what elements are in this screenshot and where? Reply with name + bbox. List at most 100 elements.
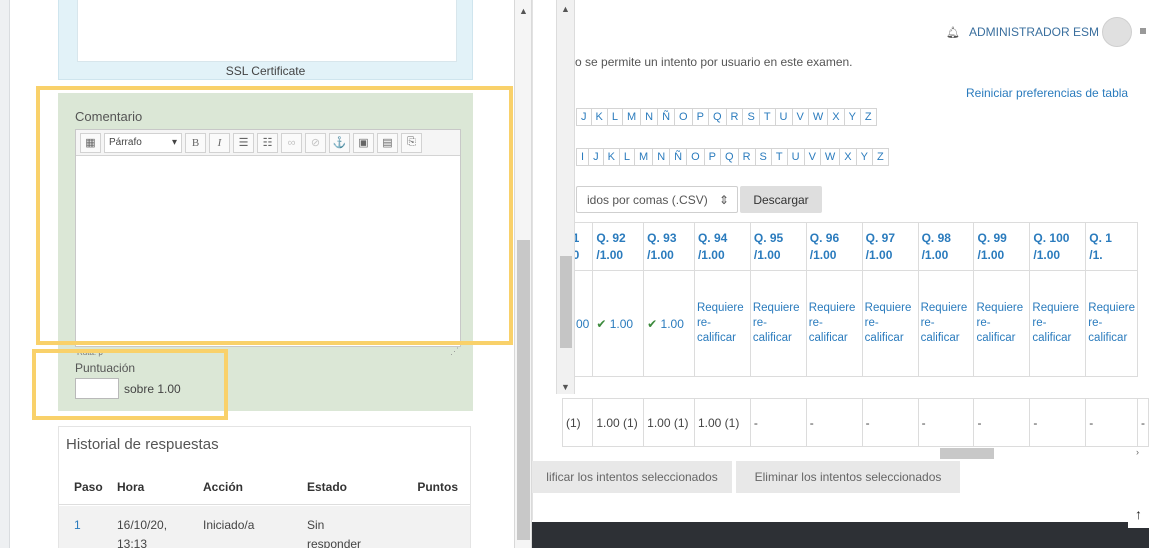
menu-dot-icon[interactable] [1140,28,1146,34]
requires-regrade-link[interactable]: Requiere re-calificar [1085,270,1138,377]
ssl-certificate-label: SSL Certificate [225,64,306,78]
letter-filter-link[interactable]: M [621,108,642,126]
letter-filter-link[interactable]: K [590,108,608,126]
question-column-header[interactable]: Q. 98/1.00 [917,222,975,271]
page-footer [532,522,1149,548]
question-column-header[interactable]: Q. 99/1.00 [973,222,1031,271]
italic-icon[interactable]: I [209,132,230,153]
resize-grip-icon[interactable]: ⋰ [450,346,459,357]
spacer-cell [918,376,974,399]
requires-regrade-link[interactable]: Requiere re-calificar [749,270,807,377]
ordered-list-icon[interactable]: ☷ [257,132,278,153]
scroll-up-icon[interactable]: ▲ [515,6,532,16]
requires-regrade-link[interactable]: Requiere re-calificar [917,270,975,377]
format-select[interactable]: Párrafo ▾ [104,132,182,153]
letter-filter-link[interactable]: W [819,148,841,166]
editor-path: Ruta: p ⋰ [75,346,461,358]
scroll-up-icon[interactable]: ▲ [557,4,574,14]
requires-regrade-link[interactable]: Requiere re-calificar [1029,270,1087,377]
question-column-header[interactable]: Q. 97/1.00 [861,222,919,271]
question-column-header[interactable]: Q. 100/1.00 [1029,222,1087,271]
letter-filter-link[interactable]: X [827,108,845,126]
letter-filter-link[interactable]: N [652,148,671,166]
letter-filter-link[interactable]: T [770,148,788,166]
question-column-header[interactable]: Q. 95/1.00 [749,222,807,271]
delete-selected-button[interactable]: Eliminar los intentos seleccionados [736,461,960,493]
letter-filter-link[interactable]: O [686,148,705,166]
letter-filter-link[interactable]: R [737,148,756,166]
link-icon[interactable]: ∞ [281,132,302,153]
letter-filter-link[interactable]: K [602,148,620,166]
letter-filter-link[interactable]: Z [859,108,877,126]
letter-filter-link[interactable]: S [754,148,772,166]
letter-filter-link[interactable]: P [691,108,709,126]
download-button[interactable]: Descargar [740,186,822,213]
results-scrollbar[interactable]: ▲ ▼ [556,0,575,394]
scroll-down-icon[interactable]: ▼ [557,382,574,392]
requires-regrade-link[interactable]: Requiere re-calificar [973,270,1031,377]
letter-filter-link[interactable]: L [618,148,636,166]
letter-filter-link[interactable]: Ñ [669,148,688,166]
image-icon[interactable]: ▣ [353,132,374,153]
letter-filter-link[interactable]: S [742,108,760,126]
letter-filter-link[interactable]: X [839,148,857,166]
unlink-icon[interactable]: ⊘ [305,132,326,153]
letter-filter-link[interactable]: U [786,148,805,166]
letter-filter-link[interactable]: Q [707,108,727,126]
score-input[interactable] [75,378,119,399]
media-icon[interactable]: ▤ [377,132,398,153]
bell-icon[interactable]: 🔔︎ [946,26,960,39]
table-row: (1) 1.00 (1) 1.00 (1) 1.00 (1) - - - - - - - - [561,398,1149,447]
letter-filter-link[interactable]: U [774,108,793,126]
letter-filter-link[interactable]: Y [843,108,861,126]
letter-filter-link[interactable]: J [588,148,604,166]
letter-filter-link[interactable]: Y [855,148,873,166]
avatar[interactable] [1102,17,1132,47]
regrade-selected-button[interactable]: lificar los intentos seleccionados [532,461,732,493]
question-column-header[interactable]: Q. 94/1.00 [693,222,751,271]
back-to-top-icon[interactable]: ↑ [1128,500,1149,528]
table-horizontal-scrollbar[interactable]: › [532,447,1149,462]
question-column-header[interactable]: Q. 92/1.00 [592,222,645,271]
results-scrollbar-thumb[interactable] [560,256,572,348]
grade-cell[interactable]: ✔ 1.00 [643,270,695,377]
requires-regrade-link[interactable]: Requiere re-calificar [861,270,919,377]
letter-filter-link[interactable]: O [674,108,693,126]
horizontal-scrollbar-thumb[interactable] [940,448,994,459]
question-column-header[interactable]: Q. 96/1.00 [805,222,863,271]
popup-scrollbar[interactable]: ▲ [515,0,532,548]
grade-cell[interactable]: ✔ 1.00 [592,270,645,377]
user-menu-name[interactable]: ADMINISTRADOR ESM [969,25,1099,39]
question-column-header[interactable]: Q. 1/1. [1085,222,1138,271]
download-format-select[interactable]: idos por comas (.CSV) ⇕ [576,186,738,213]
unordered-list-icon[interactable]: ☰ [233,132,254,153]
letter-filter-link[interactable]: V [803,148,821,166]
requires-regrade-link[interactable]: Requiere re-calificar [805,270,863,377]
reset-table-preferences-link[interactable]: Reiniciar preferencias de tabla [966,86,1128,100]
grades-table: 9100Q. 92/1.00Q. 93/1.00Q. 94/1.00Q. 95/… [561,222,1149,447]
letter-filter-link[interactable]: Ñ [657,108,676,126]
letter-filter-link[interactable]: W [807,108,829,126]
letter-filter-link[interactable]: M [634,148,654,166]
format-select-value: Párrafo [109,137,142,148]
letter-filter-link[interactable]: T [758,108,776,126]
letter-filter-link[interactable]: Q [720,148,739,166]
spacer-cell [750,376,807,399]
bold-icon[interactable]: B [185,132,206,153]
anchor-icon[interactable]: ⚓ [329,132,350,153]
letter-filter-link[interactable]: J [576,108,592,126]
comment-textarea[interactable] [76,156,460,346]
paste-icon[interactable]: ⎘ [401,132,422,153]
scroll-right-icon[interactable]: › [1136,447,1139,457]
letter-filter-link[interactable]: P [703,148,722,166]
letter-filter-link[interactable]: V [791,108,809,126]
letter-filter-link[interactable]: N [640,108,659,126]
history-step-link[interactable]: 1 [59,516,117,535]
letter-filter-link[interactable]: L [606,108,623,126]
requires-regrade-link[interactable]: Requiere re-calificar [693,270,751,377]
question-column-header[interactable]: Q. 93/1.00 [643,222,695,271]
letter-filter-link[interactable]: R [725,108,744,126]
popup-scrollbar-thumb[interactable] [517,240,530,540]
letter-filter-link[interactable]: Z [871,148,889,166]
table-icon[interactable]: ▦ [80,132,101,153]
